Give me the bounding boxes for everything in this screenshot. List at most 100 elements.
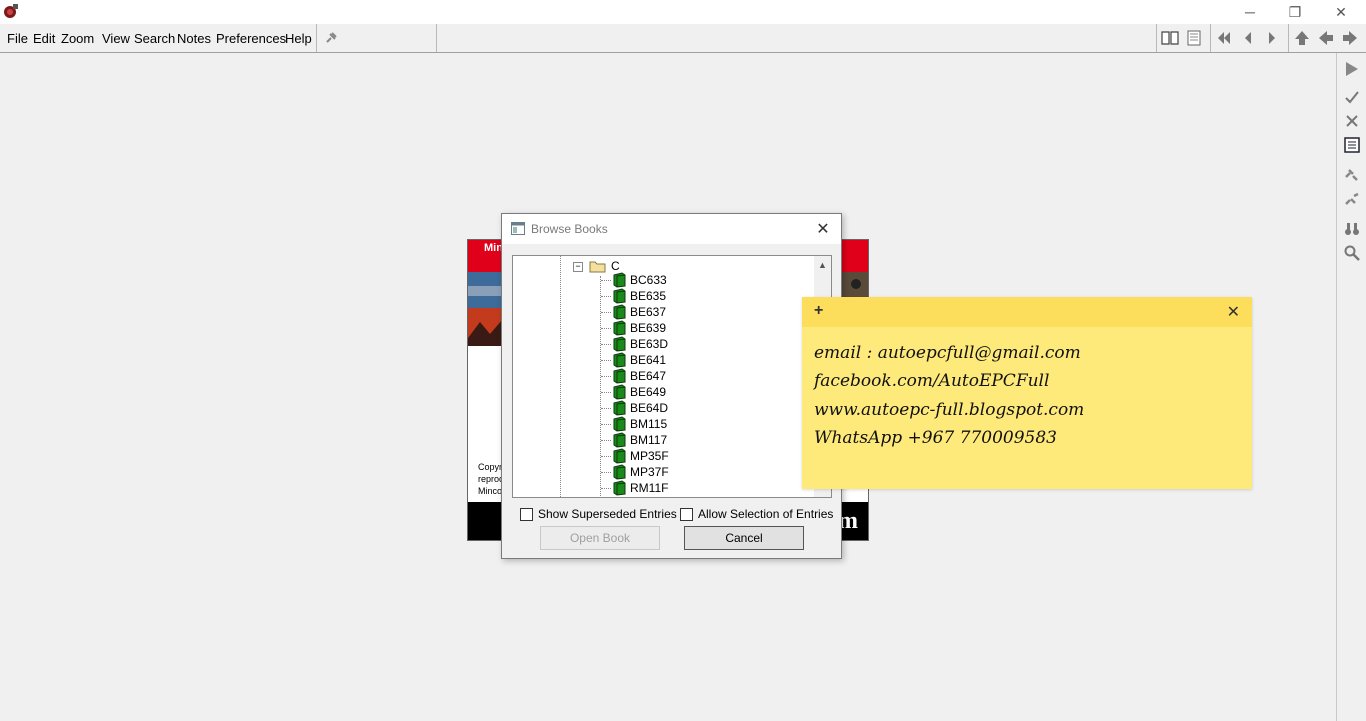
- play-icon[interactable]: [1342, 59, 1362, 79]
- back-icon[interactable]: [1316, 28, 1336, 48]
- prev-page-icon[interactable]: [1238, 28, 1258, 48]
- link-icon[interactable]: [1342, 165, 1362, 185]
- cancel-button[interactable]: Cancel: [684, 526, 804, 550]
- book-icon: [611, 368, 627, 384]
- menu-zoom[interactable]: Zoom: [61, 31, 94, 46]
- next-page-icon[interactable]: [1262, 28, 1282, 48]
- book-label: BE63D: [630, 337, 669, 351]
- toolbar-separator: [436, 24, 437, 52]
- checkbox-box[interactable]: [680, 508, 693, 521]
- menu-bar: File Edit Zoom View Search Notes Prefere…: [0, 24, 1366, 53]
- checkbox-box[interactable]: [520, 508, 533, 521]
- tree-guide-line: [560, 256, 561, 497]
- book-icon: [611, 432, 627, 448]
- checkbox-label: Show Superseded Entries: [538, 507, 677, 521]
- tree-book-item[interactable]: BE641: [601, 352, 801, 368]
- menu-file[interactable]: File: [7, 31, 28, 46]
- first-page-icon[interactable]: [1214, 28, 1234, 48]
- dialog-title: Browse Books: [531, 222, 608, 236]
- book-label: BE637: [630, 305, 667, 319]
- note-line: WhatsApp +967 770009583: [814, 428, 1057, 448]
- menu-edit[interactable]: Edit: [33, 31, 55, 46]
- restore-button[interactable]: ❐: [1272, 0, 1318, 24]
- tree-book-item[interactable]: MP37F: [601, 464, 801, 480]
- book-label: BM117: [630, 433, 668, 447]
- binoculars-icon[interactable]: [1342, 219, 1362, 239]
- cover-photo-right: [842, 272, 868, 300]
- sticky-note[interactable]: + ✕ email : autoepcfull@gmail.com facebo…: [802, 297, 1252, 489]
- book-label: BC633: [630, 273, 667, 287]
- tree-book-item[interactable]: BE639: [601, 320, 801, 336]
- unlink-icon[interactable]: [1342, 190, 1362, 210]
- browse-books-dialog: Browse Books ✕ − C BC633 BE635 BE637 BE6…: [501, 213, 842, 559]
- book-label: MP37F: [630, 465, 669, 479]
- tree-book-item[interactable]: BM115: [601, 416, 801, 432]
- forward-icon[interactable]: [1340, 28, 1360, 48]
- right-toolbar: [1336, 53, 1366, 721]
- sticky-note-header[interactable]: + ✕: [802, 297, 1252, 327]
- dialog-window-icon: [511, 222, 525, 235]
- tree-book-item[interactable]: BE649: [601, 384, 801, 400]
- book-open-icon[interactable]: [1160, 28, 1180, 48]
- book-icon: [611, 480, 627, 496]
- tree-book-item[interactable]: BE635: [601, 288, 801, 304]
- collapse-toggle-icon[interactable]: −: [573, 262, 583, 272]
- scroll-up-icon[interactable]: ▲: [814, 256, 831, 273]
- book-icon: [611, 352, 627, 368]
- title-bar: ─ ❐ ✕: [0, 0, 1366, 24]
- book-icon: [611, 464, 627, 480]
- menu-view[interactable]: View: [102, 31, 130, 46]
- books-icon[interactable]: [1184, 28, 1204, 48]
- close-note-button[interactable]: ✕: [1227, 302, 1240, 322]
- book-label: RM11F: [630, 481, 669, 495]
- book-label: MP35F: [630, 449, 669, 463]
- book-icon: [611, 320, 627, 336]
- tree-book-item[interactable]: BM117: [601, 432, 801, 448]
- dialog-title-bar[interactable]: Browse Books ✕: [502, 214, 841, 244]
- book-icon: [611, 384, 627, 400]
- note-line: email : autoepcfull@gmail.com: [814, 343, 1081, 363]
- cover-photo: [468, 272, 502, 346]
- tree-book-item[interactable]: RM11F: [601, 480, 801, 496]
- minimize-button[interactable]: ─: [1227, 0, 1273, 24]
- cover-copyright-line: Minco: [478, 486, 503, 496]
- menu-preferences[interactable]: Preferences: [216, 31, 286, 46]
- dialog-close-button[interactable]: ✕: [813, 219, 833, 239]
- x-icon[interactable]: [1342, 111, 1362, 131]
- menu-separator: [316, 24, 317, 52]
- book-icon: [611, 400, 627, 416]
- book-label: BE64D: [630, 401, 669, 415]
- app-icon[interactable]: [2, 2, 20, 20]
- menu-notes[interactable]: Notes: [177, 31, 211, 46]
- book-tree[interactable]: − C BC633 BE635 BE637 BE639 BE63D BE641 …: [512, 255, 832, 498]
- add-note-button[interactable]: +: [814, 302, 823, 320]
- tree-book-item[interactable]: BC633: [601, 272, 801, 288]
- book-icon: [611, 336, 627, 352]
- close-button[interactable]: ✕: [1318, 0, 1364, 24]
- open-book-button[interactable]: Open Book: [540, 526, 660, 550]
- pin-icon[interactable]: [321, 28, 341, 48]
- check-icon[interactable]: [1342, 87, 1362, 107]
- toolbar-separator: [1156, 24, 1157, 52]
- tree-book-item[interactable]: BE64D: [601, 400, 801, 416]
- search-zoom-icon[interactable]: [1342, 243, 1362, 263]
- book-label: BE649: [630, 385, 667, 399]
- tree-book-item[interactable]: BE63D: [601, 336, 801, 352]
- checkbox-label: Allow Selection of Entries: [698, 507, 834, 521]
- tree-book-item[interactable]: BE637: [601, 304, 801, 320]
- list-icon[interactable]: [1342, 135, 1362, 155]
- book-icon: [611, 416, 627, 432]
- folder-label: C: [611, 259, 620, 273]
- tree-book-item[interactable]: MP35F: [601, 448, 801, 464]
- book-label: BE635: [630, 289, 667, 303]
- cover-copyright-line: Copyr: [478, 462, 503, 472]
- up-icon[interactable]: [1292, 28, 1312, 48]
- folder-icon: [589, 259, 606, 273]
- book-label: BE639: [630, 321, 667, 335]
- cover-copyright-line: reproc: [478, 474, 504, 484]
- note-line: www.autoepc-full.blogspot.com: [814, 400, 1085, 420]
- menu-search[interactable]: Search: [134, 31, 175, 46]
- book-icon: [611, 304, 627, 320]
- menu-help[interactable]: Help: [285, 31, 312, 46]
- tree-book-item[interactable]: BE647: [601, 368, 801, 384]
